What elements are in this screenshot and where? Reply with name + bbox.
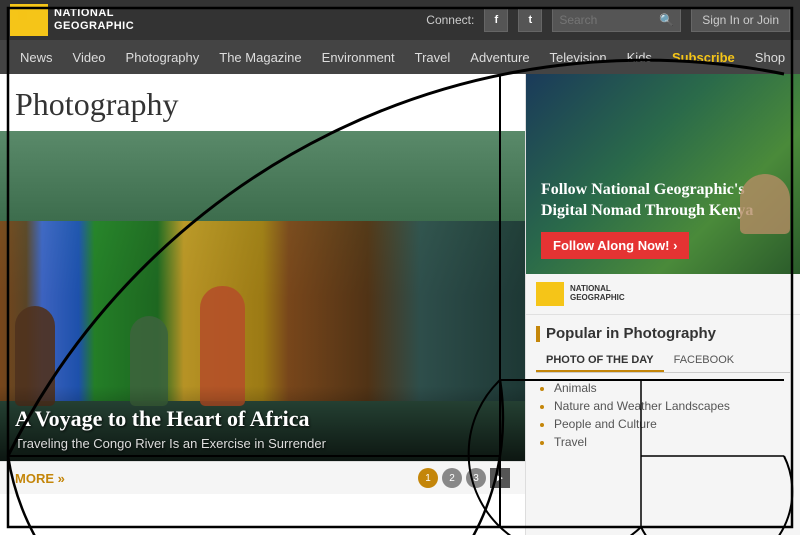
tab-photo-of-day[interactable]: PHOTO OF THE DAY — [536, 350, 664, 372]
search-box: 🔍 — [552, 8, 681, 32]
nav-item-kids[interactable]: Kids — [617, 40, 662, 74]
page-dot-2[interactable]: 2 — [442, 468, 462, 488]
nav-item-environment[interactable]: Environment — [312, 40, 405, 74]
sidebar-logo-text: NATIONAL GEOGRAPHIC — [570, 285, 625, 303]
market-scene — [0, 221, 525, 401]
nav-item-travel[interactable]: Travel — [405, 40, 461, 74]
pagination-arrow[interactable]: ► — [490, 468, 510, 488]
popular-title: Popular in Photography — [536, 325, 790, 342]
ad-content: Follow National Geographic's Digital Nom… — [526, 74, 800, 274]
nav-item-news[interactable]: News — [10, 40, 63, 74]
logo-area: NATIONAL GEOGRAPHIC — [10, 4, 134, 36]
popular-item-animals[interactable]: Animals — [554, 381, 790, 395]
header: NATIONAL GEOGRAPHIC Connect: f t 🔍 Sign … — [0, 0, 800, 40]
nav-item-subscribe[interactable]: Subscribe — [662, 40, 745, 74]
ad-person-image — [740, 174, 790, 234]
pagination: 1 2 3 ► — [418, 468, 510, 488]
page-dot-3[interactable]: 3 — [466, 468, 486, 488]
sidebar-logo-box — [536, 282, 564, 306]
nav-item-shop[interactable]: Shop — [745, 40, 795, 74]
hero-subtitle: Traveling the Congo River Is an Exercise… — [15, 436, 510, 451]
hero-title: A Voyage to the Heart of Africa — [15, 406, 510, 432]
hero-image: A Voyage to the Heart of Africa Travelin… — [0, 131, 525, 461]
popular-accent — [536, 326, 540, 342]
main-content: Photography A Voyage to the Heart of Afr… — [0, 74, 800, 535]
connect-label: Connect: — [426, 13, 474, 27]
advertisement-block: ADVERTISEMENT Follow National Geographic… — [526, 74, 800, 274]
nav-item-magazine[interactable]: The Magazine — [209, 40, 311, 74]
sidebar: ADVERTISEMENT Follow National Geographic… — [525, 74, 800, 535]
nav-bar: News Video Photography The Magazine Envi… — [0, 40, 800, 74]
ad-follow-button[interactable]: Follow Along Now! — [541, 232, 689, 259]
search-button[interactable]: 🔍 — [659, 13, 674, 27]
facebook-icon[interactable]: f — [484, 8, 508, 32]
more-link[interactable]: MORE » — [15, 471, 65, 486]
twitter-icon[interactable]: t — [518, 8, 542, 32]
hero-overlay: A Voyage to the Heart of Africa Travelin… — [0, 386, 525, 461]
nav-item-adventure[interactable]: Adventure — [460, 40, 539, 74]
popular-list: Animals Nature and Weather Landscapes Pe… — [536, 381, 790, 449]
popular-item-travel[interactable]: Travel — [554, 435, 790, 449]
nav-item-video[interactable]: Video — [63, 40, 116, 74]
nav-item-photography[interactable]: Photography — [116, 40, 210, 74]
hero-bottom-bar: MORE » 1 2 3 ► — [0, 461, 525, 494]
content-area: Photography A Voyage to the Heart of Afr… — [0, 74, 525, 535]
logo-text: NATIONAL GEOGRAPHIC — [54, 7, 134, 33]
nav-item-television[interactable]: Television — [540, 40, 617, 74]
page-title: Photography — [0, 74, 525, 131]
page-dot-1[interactable]: 1 — [418, 468, 438, 488]
tab-facebook[interactable]: FACEBOOK — [664, 350, 745, 372]
logo-icon — [14, 7, 44, 33]
popular-item-people[interactable]: People and Culture — [554, 417, 790, 431]
popular-item-nature[interactable]: Nature and Weather Landscapes — [554, 399, 790, 413]
nat-geo-logo-box — [10, 4, 48, 36]
popular-section: Popular in Photography PHOTO OF THE DAY … — [526, 315, 800, 463]
search-input[interactable] — [559, 13, 659, 27]
popular-tabs: PHOTO OF THE DAY FACEBOOK — [536, 350, 790, 373]
header-right: Connect: f t 🔍 Sign In or Join — [426, 8, 790, 32]
sidebar-logo: NATIONAL GEOGRAPHIC — [526, 274, 800, 315]
signin-button[interactable]: Sign In or Join — [691, 8, 790, 32]
